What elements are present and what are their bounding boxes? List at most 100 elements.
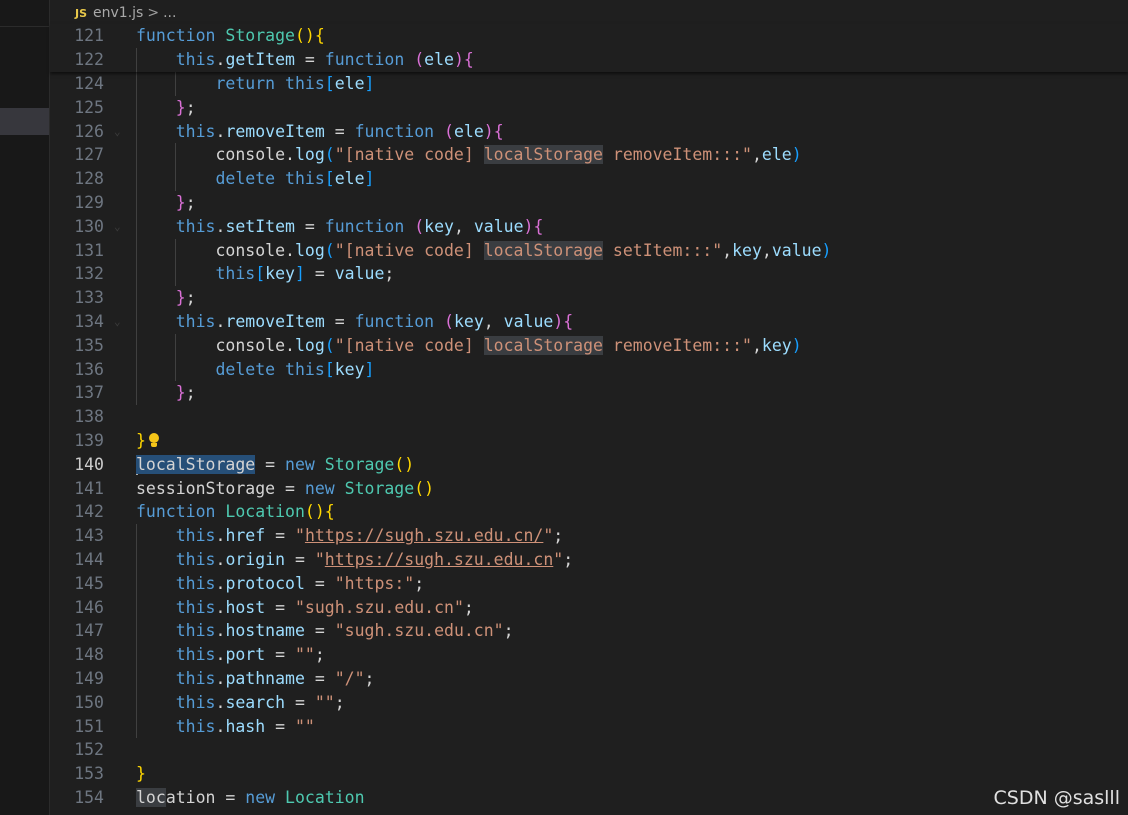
line-code[interactable]: this[key] = value; [136,262,394,286]
code-line[interactable]: 124 return this[ele] [50,72,1128,96]
line-number: 134 [74,311,104,331]
editor-window: JS env1.js > ... 121 function Storage(){1… [0,0,1128,815]
breadcrumb-separator: > [147,5,160,21]
line-code[interactable]: this.pathname = "/"; [136,667,375,691]
code-line[interactable]: 146 this.host = "sugh.szu.edu.cn"; [50,595,1128,620]
line-code[interactable]: delete this[key] [136,358,374,382]
code-line[interactable]: 136 delete this[key] [50,357,1128,382]
code-line[interactable]: 127 console.log("[native code] localStor… [50,143,1128,168]
line-number: 144 [74,549,104,569]
code-line[interactable]: 129 }; [50,190,1128,215]
line-code[interactable]: }; [136,286,196,310]
code-line[interactable]: 138 [50,405,1128,429]
line-code[interactable]: this.getItem = function (ele){ [136,48,474,72]
fold-chevron-icon[interactable]: ⌄ [114,215,121,239]
code-line[interactable]: 141 sessionStorage = new Storage() [50,477,1128,501]
line-code[interactable]: this.removeItem = function (key, value){ [136,310,573,334]
code-line[interactable]: 149 this.pathname = "/"; [50,666,1128,691]
line-number: 127 [74,145,104,165]
line-code[interactable]: console.log("[native code] localStorage … [136,143,802,167]
code-line[interactable]: 152 [50,738,1128,762]
line-code[interactable]: } [136,762,146,786]
code-line[interactable]: 145 this.protocol = "https:"; [50,571,1128,596]
line-code[interactable]: function Location(){ [136,500,335,524]
line-code[interactable]: localStorage = new Storage() [136,453,414,477]
line-code[interactable]: console.log("[native code] localStorage … [136,239,831,263]
line-code[interactable]: sessionStorage = new Storage() [136,477,434,501]
line-number: 147 [74,621,104,641]
line-number: 141 [74,478,104,498]
breadcrumb-file-name[interactable]: env1.js [93,5,143,21]
line-number: 138 [74,407,104,427]
code-line[interactable]: 132 this[key] = value; [50,262,1128,287]
code-line[interactable]: 126 ⌄ this.removeItem = function (ele){ [50,119,1128,144]
line-code[interactable]: location = new Location [136,786,365,810]
line-number: 139 [74,430,104,450]
code-line[interactable]: 121 function Storage(){ [50,24,1128,48]
line-code[interactable]: this.href = "https://sugh.szu.edu.cn/"; [136,524,563,548]
code-line[interactable]: 125 }; [50,95,1128,120]
code-line[interactable]: 133 }; [50,286,1128,310]
code-lines[interactable]: 124 return this[ele] 125 }; 126 ⌄ this.remo… [50,72,1128,810]
code-line[interactable]: 153} [50,762,1128,786]
line-code[interactable]: this.hash = "" [136,715,315,739]
breadcrumb-ellipsis[interactable]: ... [163,5,176,21]
fold-chevron-icon[interactable]: ⌄ [114,310,121,334]
code-line[interactable]: 147 this.hostname = "sugh.szu.edu.cn"; [50,619,1128,644]
code-line[interactable]: 130 ⌄ this.setItem = function (key, value… [50,214,1128,239]
line-code[interactable]: }; [136,191,196,215]
line-number: 150 [74,692,104,712]
code-line[interactable]: 140 localStorage = new Storage() [50,453,1128,477]
sidebar-active-item[interactable] [0,108,49,135]
code-line[interactable]: 134 ⌄ this.removeItem = function (key, va… [50,309,1128,334]
code-line[interactable]: 137 }; [50,381,1128,406]
line-code[interactable]: } [136,429,160,453]
line-code[interactable]: this.port = ""; [136,643,325,667]
code-line[interactable]: 142 function Location(){ [50,500,1128,524]
line-number: 148 [74,645,104,665]
line-code[interactable]: function Storage(){ [136,24,325,48]
line-number: 130 [74,216,104,236]
code-line[interactable]: 122 this.getItem = function (ele){ [50,47,1128,72]
code-line[interactable]: 128 delete this[ele] [50,167,1128,191]
horizontal-scrollbar[interactable] [50,809,1128,815]
line-code[interactable]: console.log("[native code] localStorage … [136,334,802,358]
line-number: 122 [74,49,104,69]
line-code[interactable]: this.protocol = "https:"; [136,572,424,596]
code-line[interactable]: 143 this.href = "https://sugh.szu.edu.cn… [50,524,1128,548]
line-number: 151 [74,716,104,736]
line-number: 124 [74,74,104,93]
fold-chevron-icon[interactable]: ⌄ [114,120,121,144]
watermark: CSDN @saslll [993,787,1121,809]
line-number: 146 [74,597,104,617]
line-code[interactable]: this.removeItem = function (ele){ [136,120,504,144]
line-code[interactable]: this.host = "sugh.szu.edu.cn"; [136,596,474,620]
line-code[interactable]: delete this[ele] [136,167,374,191]
lightbulb-icon[interactable] [148,433,160,449]
line-number: 132 [74,264,104,284]
code-line[interactable]: 139} [50,429,1128,453]
line-number: 133 [74,288,104,308]
line-code[interactable]: this.origin = "https://sugh.szu.edu.cn"; [136,548,573,572]
line-code[interactable]: this.setItem = function (key, value){ [136,215,544,239]
code-line[interactable]: 148 this.port = ""; [50,643,1128,667]
line-number: 142 [74,502,104,522]
line-code[interactable]: this.hostname = "sugh.szu.edu.cn"; [136,619,514,643]
line-code[interactable]: }; [136,96,196,120]
code-line[interactable]: 131 console.log("[native code] localStor… [50,238,1128,263]
code-line[interactable]: 151 this.hash = "" [50,714,1128,739]
code-line[interactable]: 150 this.search = ""; [50,690,1128,715]
line-number: 128 [74,169,104,189]
line-number: 136 [74,359,104,379]
line-code[interactable]: this.search = ""; [136,691,345,715]
sticky-scroll-header[interactable]: 121 function Storage(){122 this.getItem =… [50,24,1128,72]
code-line[interactable]: 135 console.log("[native code] localStor… [50,333,1128,358]
line-number: 137 [74,383,104,403]
line-code[interactable]: }; [136,381,196,405]
line-number: 131 [74,240,104,260]
line-code[interactable]: return this[ele] [136,72,374,96]
code-line[interactable]: 144 this.origin = "https://sugh.szu.edu.… [50,547,1128,572]
line-number: 152 [74,740,104,760]
code-line[interactable]: 154 location = new Location [50,786,1128,810]
line-number: 135 [74,335,104,355]
